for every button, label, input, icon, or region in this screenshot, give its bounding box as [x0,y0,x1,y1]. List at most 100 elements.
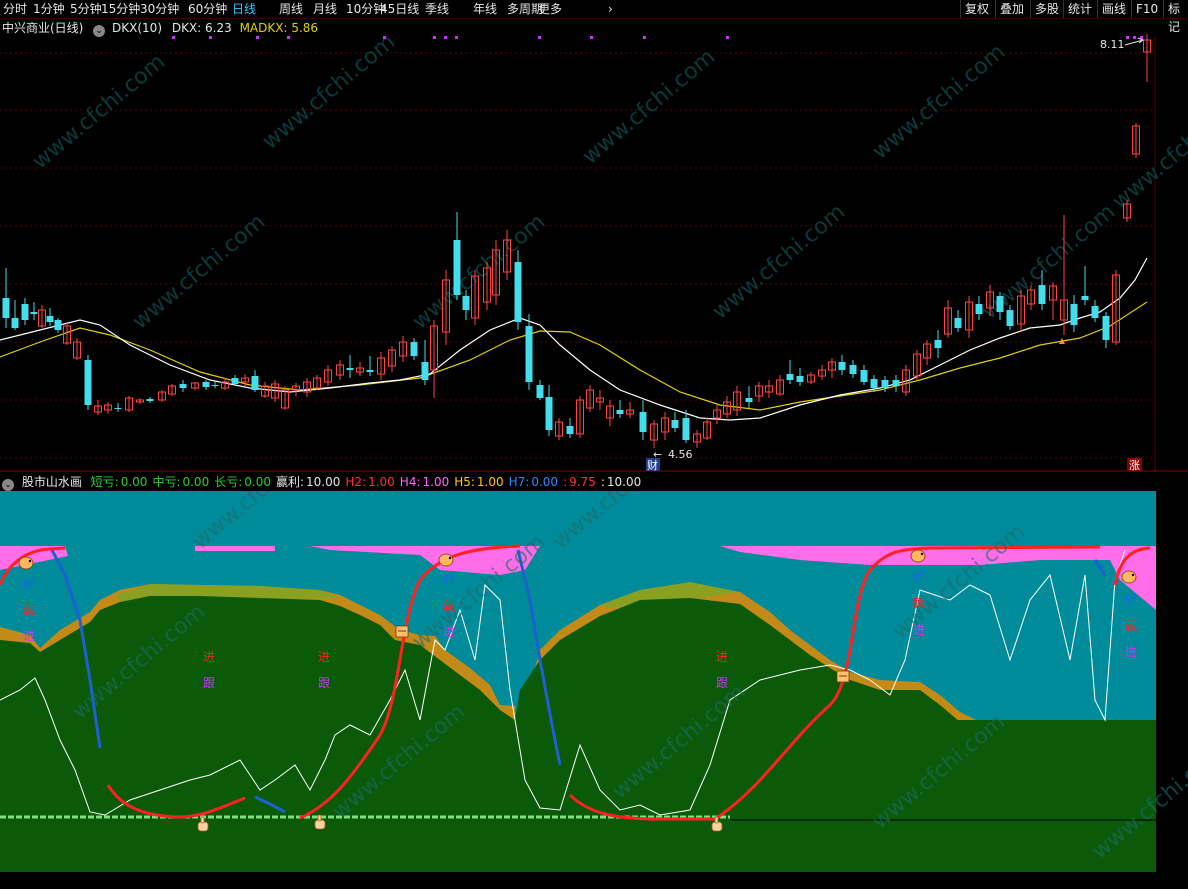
period-tab-11[interactable]: 季线 [425,1,449,17]
period-tab-8[interactable]: 月线 [313,1,337,17]
candle[interactable] [713,405,721,424]
candlestick-chart[interactable]: www.cfchi.com www.cfchi.com www.cfchi.com w… [0,18,1188,473]
toolbar-button-5[interactable]: F10 [1131,0,1162,18]
candle[interactable] [114,403,122,412]
toolbar-button-0[interactable]: 复权 [960,0,993,18]
candle[interactable] [828,358,836,378]
candle[interactable] [514,250,522,330]
candle[interactable] [765,380,773,398]
candle[interactable] [975,296,983,320]
candle[interactable] [954,310,962,332]
candle[interactable] [1102,312,1110,348]
candle[interactable] [838,355,846,375]
candle[interactable] [46,308,54,326]
candle[interactable] [703,418,711,440]
candle[interactable] [191,382,199,390]
indicator-chart[interactable]: www.cfchi.comwww.cfchi.com www.cfchi.com w… [0,491,1188,887]
candle[interactable] [202,380,210,390]
candle[interactable] [21,298,29,325]
candle[interactable] [596,390,604,410]
candle[interactable] [755,382,763,402]
candle[interactable] [723,396,731,418]
candle[interactable] [1081,266,1089,305]
candle[interactable] [346,355,354,378]
candle[interactable] [965,296,973,338]
candle[interactable] [860,365,868,385]
candle[interactable] [336,360,344,380]
period-tab-14[interactable]: 更多 [538,1,562,17]
chevron-right-icon[interactable]: › [608,1,613,17]
candle[interactable] [555,418,563,440]
candle[interactable] [366,356,374,376]
candle[interactable] [934,330,942,358]
candle[interactable] [453,212,461,300]
candle[interactable] [377,352,385,380]
candle[interactable] [30,302,38,320]
candle[interactable] [11,300,19,330]
candle[interactable] [73,338,81,360]
candle[interactable] [251,370,259,392]
candle[interactable] [179,380,187,392]
toolbar-button-6[interactable]: 标记 [1163,0,1188,34]
candle[interactable] [388,346,396,372]
toolbar-button-2[interactable]: 多股 [1030,0,1063,18]
candle[interactable] [693,430,701,448]
candle[interactable] [136,398,144,404]
candle[interactable] [807,372,815,384]
candle[interactable] [281,386,289,410]
candle[interactable] [786,360,794,384]
candle[interactable] [104,402,112,414]
candle[interactable] [671,412,679,432]
candle[interactable] [313,375,321,390]
period-tab-4[interactable]: 30分钟 [140,1,179,17]
candle[interactable] [661,412,669,440]
toolbar-button-3[interactable]: 统计 [1063,0,1096,18]
candle[interactable] [1017,290,1025,332]
period-tab-6[interactable]: 日线 [232,1,256,17]
candle[interactable] [303,378,311,397]
candle[interactable] [324,365,332,386]
candle[interactable] [650,420,658,448]
candle[interactable] [849,360,857,378]
period-tab-7[interactable]: 周线 [279,1,303,17]
candle[interactable] [292,383,300,396]
candle[interactable] [399,336,407,362]
candle[interactable] [733,386,741,416]
cai-badge[interactable]: 财 [647,458,658,472]
period-tab-1[interactable]: 1分钟 [33,1,65,17]
candle[interactable] [586,385,594,412]
candle[interactable] [1070,295,1078,332]
candle[interactable] [421,340,429,385]
candle[interactable] [54,318,62,333]
candle[interactable] [796,368,804,386]
candle[interactable] [356,362,364,376]
candle[interactable] [913,350,921,380]
candle[interactable] [430,320,438,398]
period-tab-12[interactable]: 年线 [473,1,497,17]
candle[interactable] [410,338,418,360]
toolbar-button-4[interactable]: 画线 [1097,0,1130,18]
zhang-badge[interactable]: 涨 [1129,459,1140,472]
candle[interactable] [682,410,690,443]
candle[interactable] [576,396,584,438]
period-tab-2[interactable]: 5分钟 [70,1,102,17]
candle[interactable] [923,340,931,365]
candle[interactable] [525,314,533,390]
candle[interactable] [776,375,784,396]
period-tab-5[interactable]: 60分钟 [188,1,227,17]
toolbar-button-1[interactable]: 叠加 [995,0,1028,18]
candle[interactable] [2,268,10,328]
candle[interactable] [1112,270,1120,345]
candle[interactable] [94,400,102,415]
candle[interactable] [38,305,46,328]
candle[interactable] [84,355,92,410]
candle[interactable] [1049,282,1057,320]
candle[interactable] [892,375,900,392]
candle[interactable] [158,390,166,402]
candle[interactable] [1132,123,1140,158]
candle[interactable] [639,400,647,440]
candle[interactable] [1091,300,1099,322]
period-tab-0[interactable]: 分时 [3,1,27,17]
candle[interactable] [616,400,624,418]
candle[interactable] [626,402,634,418]
